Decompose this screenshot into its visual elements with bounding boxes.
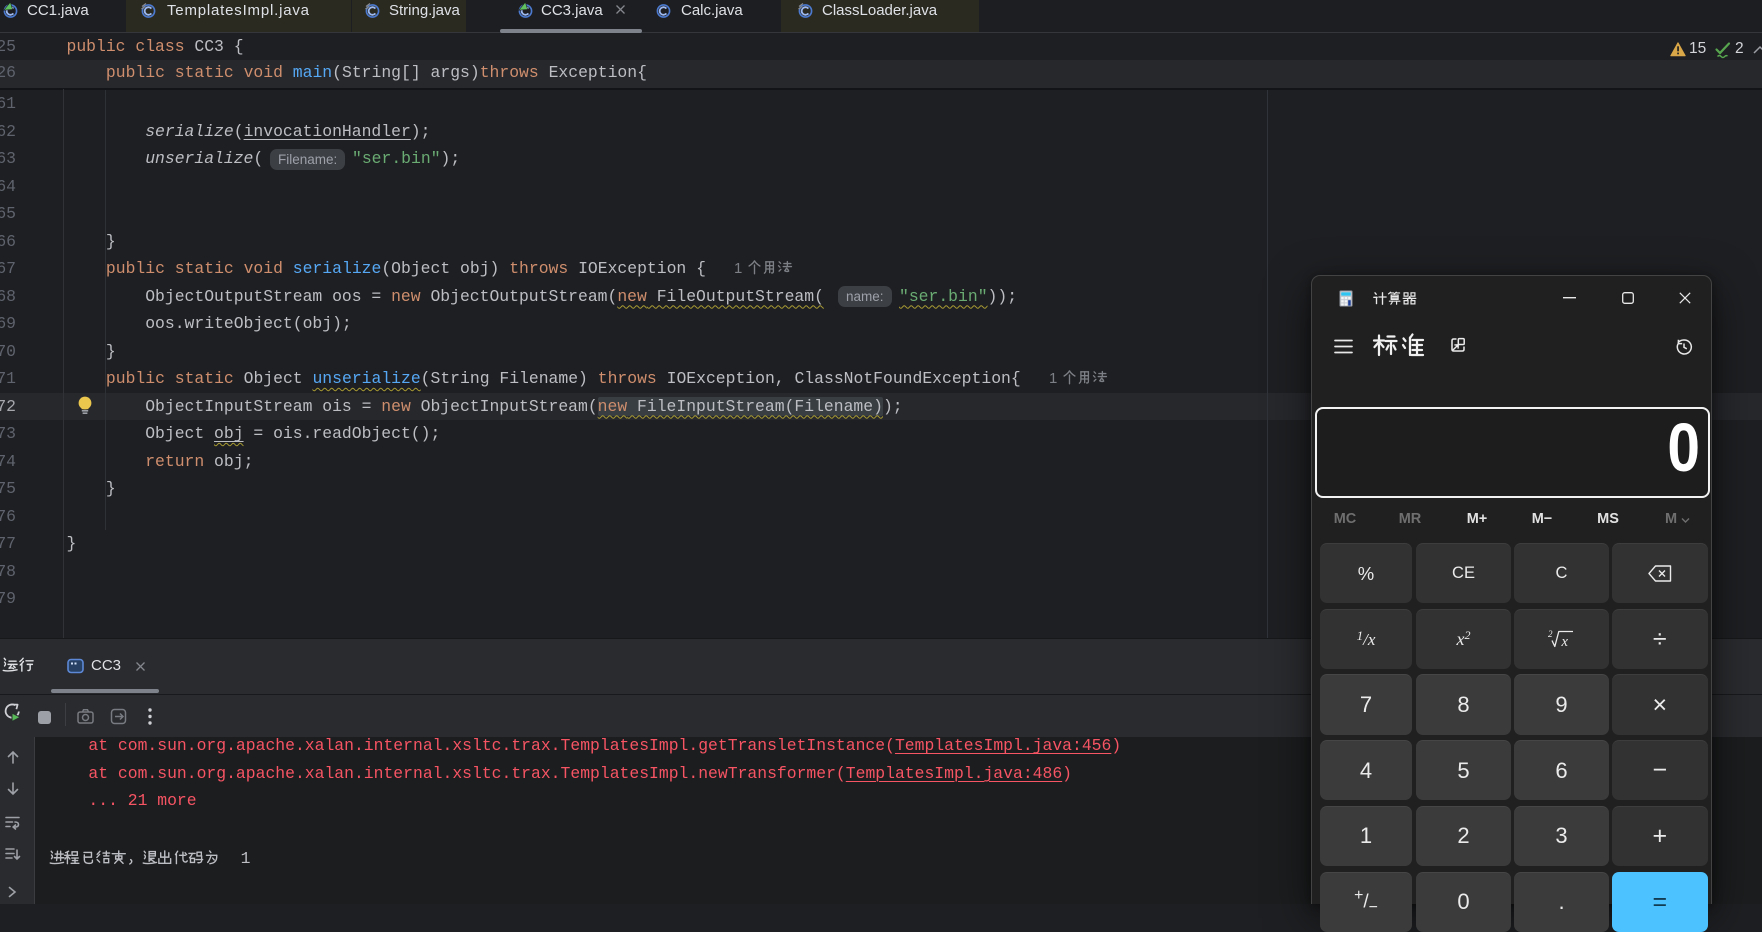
svg-text:2: 2	[1548, 629, 1553, 639]
svg-text:x: x	[1560, 634, 1568, 650]
